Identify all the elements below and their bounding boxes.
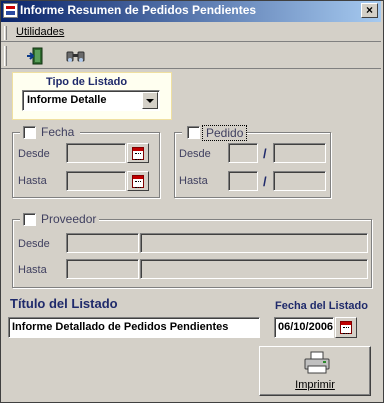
fecha-hasta-calendar-button[interactable] bbox=[127, 171, 149, 191]
proveedor-hasta-code-field[interactable] bbox=[66, 259, 139, 279]
tipo-listado-label: Tipo de Listado bbox=[46, 76, 128, 88]
fecha-listado-label: Fecha del Listado bbox=[275, 300, 368, 312]
close-button[interactable]: × bbox=[361, 3, 378, 18]
proveedor-desde-label: Desde bbox=[18, 238, 50, 250]
app-icon bbox=[3, 3, 18, 18]
pedido-desde-label: Desde bbox=[179, 148, 211, 160]
tipo-listado-select[interactable]: Informe Detalle bbox=[22, 90, 160, 111]
printer-icon bbox=[304, 351, 330, 374]
pedido-hasta-label: Hasta bbox=[179, 175, 208, 187]
pedido-desde-separator: / bbox=[263, 146, 267, 161]
fecha-checkbox[interactable] bbox=[23, 126, 36, 139]
chevron-down-icon[interactable] bbox=[142, 92, 158, 109]
proveedor-checkbox[interactable] bbox=[23, 213, 36, 226]
exit-button[interactable] bbox=[24, 46, 48, 67]
pedido-desde-serie-field[interactable] bbox=[228, 143, 258, 163]
search-button[interactable] bbox=[64, 46, 88, 67]
fecha-desde-field[interactable] bbox=[66, 143, 126, 163]
titulo-input[interactable]: Informe Detallado de Pedidos Pendientes bbox=[8, 317, 260, 338]
print-label: Imprimir bbox=[295, 379, 335, 391]
fecha-label: Fecha bbox=[38, 125, 78, 139]
fecha-listado-input[interactable]: 06/10/2006 bbox=[274, 317, 334, 338]
pedido-hasta-numero-field[interactable] bbox=[273, 171, 326, 191]
pedido-desde-numero-field[interactable] bbox=[273, 143, 326, 163]
fecha-hasta-field[interactable] bbox=[66, 171, 126, 191]
calendar-icon bbox=[132, 147, 144, 160]
calendar-icon bbox=[132, 175, 144, 188]
pedido-label: Pedido bbox=[202, 125, 248, 141]
toolbar-grip bbox=[4, 46, 7, 66]
pedido-hasta-separator: / bbox=[263, 174, 267, 189]
fecha-desde-calendar-button[interactable] bbox=[127, 143, 149, 163]
calendar-icon bbox=[340, 321, 352, 334]
titulo-label: Título del Listado bbox=[10, 296, 118, 311]
proveedor-label: Proveedor bbox=[38, 212, 100, 226]
fecha-listado-calendar-button[interactable] bbox=[335, 317, 357, 338]
menu-utilidades[interactable]: Utilidades bbox=[16, 26, 64, 38]
binoculars-icon bbox=[66, 51, 85, 62]
proveedor-hasta-name-field[interactable] bbox=[140, 259, 368, 279]
fecha-desde-label: Desde bbox=[18, 148, 50, 160]
toolbar bbox=[1, 43, 381, 69]
print-button[interactable]: Imprimir bbox=[259, 346, 371, 396]
exit-door-icon bbox=[27, 47, 43, 65]
tipo-listado-value: Informe Detalle bbox=[27, 94, 107, 106]
window-title: Informe Resumen de Pedidos Pendientes bbox=[20, 3, 257, 17]
menu-grip bbox=[4, 26, 7, 40]
proveedor-hasta-label: Hasta bbox=[18, 264, 47, 276]
proveedor-desde-name-field[interactable] bbox=[140, 233, 368, 253]
proveedor-desde-code-field[interactable] bbox=[66, 233, 139, 253]
fecha-hasta-label: Hasta bbox=[18, 175, 47, 187]
pedido-hasta-serie-field[interactable] bbox=[228, 171, 258, 191]
pedido-checkbox[interactable] bbox=[187, 126, 200, 139]
